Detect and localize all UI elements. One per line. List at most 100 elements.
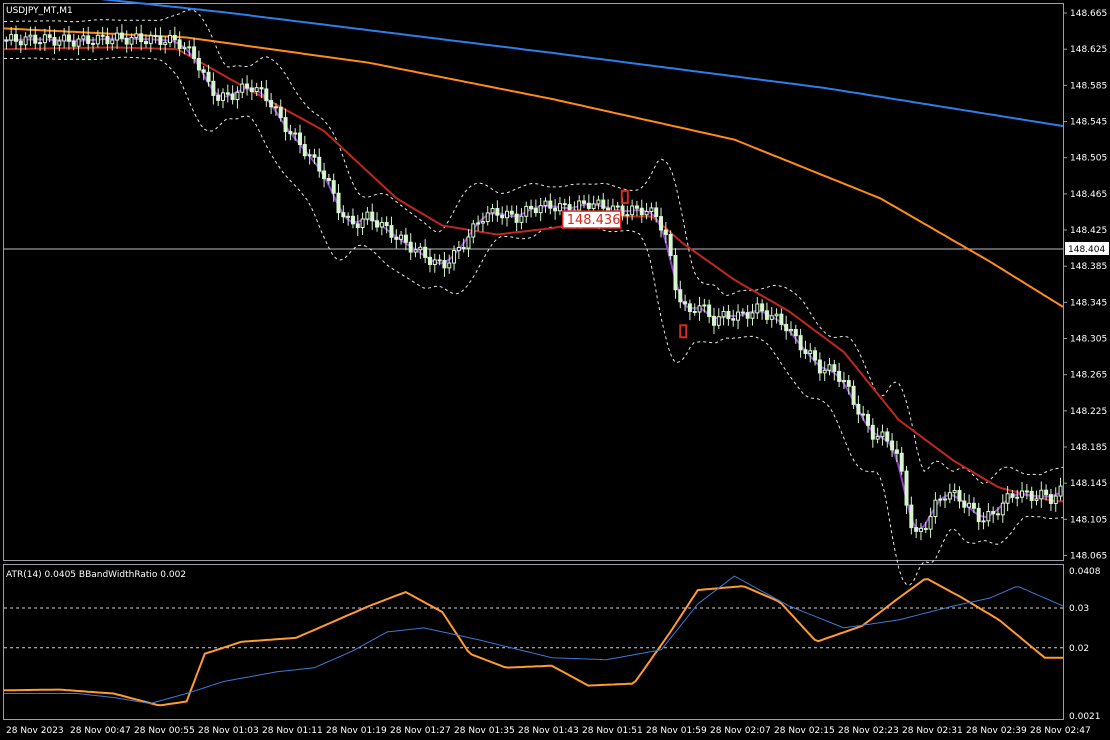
- candle-body: [346, 215, 351, 218]
- candle-body: [933, 499, 938, 518]
- indicator-y-tick-label: 0.0021: [1069, 712, 1101, 722]
- candle-body: [375, 220, 380, 228]
- candle-body: [779, 313, 784, 325]
- candle-body: [683, 301, 688, 305]
- candle-body: [182, 46, 187, 50]
- candle-body: [620, 205, 625, 216]
- candle-body: [172, 34, 177, 41]
- candle-body: [500, 214, 505, 219]
- candle-body: [976, 507, 981, 523]
- candle-body: [1048, 494, 1053, 504]
- y-tick-label: 148.105: [1070, 515, 1107, 525]
- candle-body: [427, 256, 432, 266]
- candle-body: [894, 449, 899, 454]
- x-tick-label: 28 Nov 02:31: [902, 726, 963, 736]
- candle-body: [177, 39, 182, 50]
- candle-body: [673, 255, 678, 291]
- sell-arrow-icon: [620, 189, 629, 204]
- y-tick-label: 148.145: [1070, 479, 1107, 489]
- y-tick-label: 148.225: [1070, 407, 1107, 417]
- candle-body: [216, 94, 221, 101]
- candle-body: [885, 431, 890, 442]
- candle-body: [687, 303, 692, 312]
- candle-body: [158, 35, 163, 45]
- candle-body: [365, 211, 370, 220]
- lower-band: [3, 56, 1064, 586]
- candle-body: [798, 335, 803, 351]
- candle-body: [533, 208, 538, 214]
- candle-body: [971, 502, 976, 509]
- candle-body: [788, 329, 793, 332]
- candle-body: [981, 520, 986, 523]
- price-marker-label: 148.436: [567, 213, 621, 228]
- candle-body: [211, 80, 216, 96]
- candle-body: [278, 106, 283, 119]
- candle-body: [307, 154, 312, 157]
- atr-line: [4, 578, 1063, 707]
- candle-body: [529, 205, 534, 210]
- fast-ma-line: [4, 37, 1064, 530]
- y-tick-label: 148.665: [1070, 9, 1107, 19]
- candle-body: [86, 35, 91, 44]
- candle-body: [42, 34, 47, 44]
- candle-body: [399, 234, 404, 240]
- candle-body: [143, 41, 148, 45]
- candle-body: [1034, 498, 1039, 501]
- candle-body: [837, 370, 842, 382]
- candle-body: [995, 513, 1000, 516]
- candle-body: [957, 490, 962, 502]
- candle-body: [659, 216, 664, 231]
- y-tick-label: 148.185: [1070, 443, 1107, 453]
- candle-body: [875, 436, 880, 440]
- candle-body: [298, 132, 303, 146]
- candle-body: [707, 304, 712, 317]
- y-tick-label: 148.345: [1070, 298, 1107, 308]
- candle-body: [326, 177, 331, 182]
- candle-body: [360, 218, 365, 229]
- x-tick-label: 28 Nov 01:51: [582, 726, 643, 736]
- candle-body: [692, 310, 697, 313]
- candle-body: [577, 200, 582, 211]
- candle-body: [331, 180, 336, 194]
- candle-body: [163, 42, 168, 45]
- main-pane-marks: 148.436: [3, 0, 1064, 586]
- candle-body: [418, 246, 423, 251]
- y-tick-label: 148.545: [1070, 118, 1107, 128]
- candle-body: [731, 318, 736, 321]
- x-tick-label: 28 Nov 01:43: [518, 726, 579, 736]
- candle-body: [379, 222, 384, 228]
- upper-band: [3, 9, 1064, 484]
- buy-arrow-icon: [679, 324, 688, 339]
- candle-body: [1029, 490, 1034, 501]
- candle-body: [394, 236, 399, 240]
- candle-body: [153, 35, 158, 38]
- candle-body: [269, 100, 274, 108]
- candle-body: [240, 83, 245, 93]
- candle-body: [851, 385, 856, 405]
- indicator-header: ATR(14) 0.0405 BBandWidthRatio 0.002: [6, 570, 186, 580]
- candle-body: [755, 303, 760, 314]
- candle-body: [1000, 502, 1005, 516]
- candle-body: [582, 200, 587, 204]
- chart-frames: [3, 3, 1064, 720]
- candle-body: [962, 500, 967, 508]
- candle-body: [793, 329, 798, 337]
- candle-body: [644, 210, 649, 216]
- candle-body: [596, 199, 601, 205]
- candle-body: [750, 312, 755, 319]
- candle-body: [495, 208, 500, 216]
- x-tick-label: 28 Nov 2023: [6, 726, 64, 736]
- trading-chart[interactable]: 148.436 148.665148.625148.585148.545148.…: [0, 0, 1110, 740]
- candle-body: [986, 511, 991, 522]
- candle-body: [423, 246, 428, 258]
- candle-body: [663, 229, 668, 235]
- candle-body: [938, 498, 943, 501]
- candle-body: [33, 34, 38, 44]
- candle-body: [519, 215, 524, 223]
- candle-body: [991, 511, 996, 515]
- candle-body: [66, 34, 71, 42]
- x-tick-label: 28 Nov 01:11: [262, 726, 323, 736]
- indicator-y-tick-label: 0.02: [1069, 644, 1089, 654]
- candle-body: [774, 313, 779, 317]
- candle-body: [254, 87, 259, 93]
